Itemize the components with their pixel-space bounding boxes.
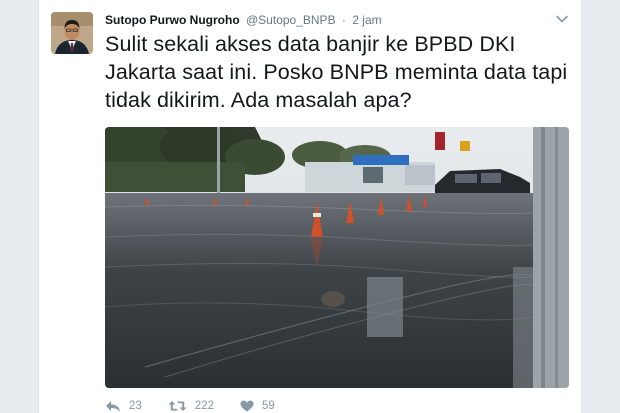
chevron-down-icon[interactable] (555, 12, 569, 24)
reply-count: 23 (129, 400, 142, 412)
tweet-header: Sutopo Purwo Nugroho @Sutopo_BNPB · 2 ja… (105, 12, 569, 30)
tweet-timestamp[interactable]: 2 jam (352, 13, 381, 27)
retweet-icon (168, 401, 187, 411)
tweet-text: Sulit sekali akses data banjir ke BPBD D… (105, 32, 568, 112)
avatar[interactable] (51, 12, 93, 54)
tweet-card: Sutopo Purwo Nugroho @Sutopo_BNPB · 2 ja… (38, 0, 582, 413)
retweet-button[interactable]: 222 (168, 400, 214, 412)
author-handle[interactable]: @Sutopo_BNPB (246, 13, 336, 27)
tweet-photo[interactable] (105, 127, 569, 388)
author-name[interactable]: Sutopo Purwo Nugroho (105, 13, 240, 27)
tweet-actions: 23 222 59 (105, 398, 301, 413)
reply-button[interactable]: 23 (105, 400, 142, 413)
flood-photo-icon (105, 127, 569, 388)
reply-icon (106, 400, 120, 412)
retweet-count: 222 (194, 400, 214, 412)
separator-dot: · (341, 13, 346, 27)
like-button[interactable]: 59 (240, 400, 275, 412)
heart-icon (240, 400, 254, 412)
like-count: 59 (261, 400, 275, 412)
